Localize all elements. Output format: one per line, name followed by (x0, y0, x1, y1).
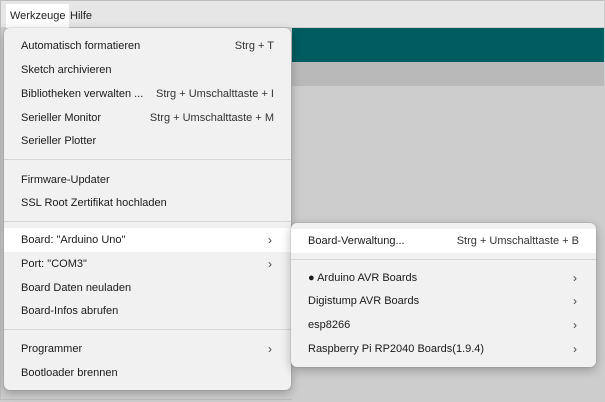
menu-item-label: Serieller Monitor (21, 112, 102, 124)
menu-separator (291, 259, 596, 260)
menu-item-label: Digistump AVR Boards (308, 295, 420, 307)
menu-item-archive-sketch[interactable]: Sketch archivieren (4, 58, 291, 82)
menu-werkzeuge[interactable]: Werkzeuge (6, 4, 70, 28)
menu-item-shortcut: Strg + T (234, 40, 274, 52)
chevron-right-icon: › (573, 342, 577, 356)
menu-item-label: Bibliotheken verwalten ... (21, 88, 144, 100)
menu-item-serial-plotter[interactable]: Serieller Plotter (4, 129, 291, 153)
chevron-right-icon: › (573, 294, 577, 308)
menu-separator (4, 329, 291, 330)
chevron-right-icon: › (268, 233, 272, 247)
menu-item-port[interactable]: Port: "COM3" › (4, 252, 291, 276)
menu-bar: Werkzeuge Hilfe (1, 1, 604, 28)
submenu-item-digistump-avr[interactable]: Digistump AVR Boards › (291, 289, 596, 313)
chevron-right-icon: › (268, 342, 272, 356)
chevron-right-icon: › (573, 318, 577, 332)
menu-item-shortcut: Strg + Umschalttaste + B (456, 235, 579, 247)
menu-item-label: Raspberry Pi RP2040 Boards(1.9.4) (308, 343, 485, 355)
menu-separator (4, 159, 291, 160)
tools-menu: Automatisch formatieren Strg + T Sketch … (4, 28, 291, 390)
menu-item-ssl-upload[interactable]: SSL Root Zertifikat hochladen (4, 191, 291, 215)
menu-item-label: esp8266 (308, 319, 351, 331)
menu-hilfe[interactable]: Hilfe (66, 4, 96, 28)
menu-item-label: Board Daten neuladen (21, 282, 132, 294)
submenu-item-rp2040[interactable]: Raspberry Pi RP2040 Boards(1.9.4) › (291, 337, 596, 361)
menu-item-firmware-updater[interactable]: Firmware-Updater (4, 168, 291, 192)
menu-item-label: Bootloader brennen (21, 367, 118, 379)
menu-item-manage-libraries[interactable]: Bibliotheken verwalten ... Strg + Umscha… (4, 82, 291, 106)
menu-item-programmer[interactable]: Programmer › (4, 337, 291, 361)
menu-item-label: Board-Infos abrufen (21, 305, 119, 317)
menu-separator (4, 221, 291, 222)
menu-item-label: Firmware-Updater (21, 174, 110, 186)
chevron-right-icon: › (573, 271, 577, 285)
menu-item-label: Port: "COM3" (21, 258, 87, 270)
menu-item-label: Board-Verwaltung... (308, 235, 405, 247)
submenu-item-board-manager[interactable]: Board-Verwaltung... Strg + Umschalttaste… (291, 229, 596, 253)
board-submenu: Board-Verwaltung... Strg + Umschalttaste… (291, 223, 596, 367)
menu-item-label: Sketch archivieren (21, 64, 112, 76)
menu-item-label: Serieller Plotter (21, 135, 97, 147)
menu-item-label: Automatisch formatieren (21, 40, 141, 52)
menu-item-burn-bootloader[interactable]: Bootloader brennen (4, 361, 291, 385)
menu-item-label: SSL Root Zertifikat hochladen (21, 197, 167, 209)
menu-item-board[interactable]: Board: "Arduino Uno" › (4, 228, 291, 252)
editor-tab-bar (292, 62, 604, 86)
menu-item-reload-board-data[interactable]: Board Daten neuladen (4, 276, 291, 300)
menu-item-shortcut: Strg + Umschalttaste + I (156, 88, 274, 100)
menu-item-label: ● Arduino AVR Boards (308, 272, 418, 284)
menu-item-label: Programmer (21, 343, 83, 355)
menu-item-label: Board: "Arduino Uno" (21, 234, 126, 246)
submenu-item-arduino-avr[interactable]: ● Arduino AVR Boards › (291, 266, 596, 290)
chevron-right-icon: › (268, 257, 272, 271)
app-toolbar (292, 28, 604, 62)
menu-item-board-info[interactable]: Board-Infos abrufen (4, 299, 291, 323)
menu-item-serial-monitor[interactable]: Serieller Monitor Strg + Umschalttaste +… (4, 106, 291, 130)
submenu-item-esp8266[interactable]: esp8266 › (291, 313, 596, 337)
menu-item-shortcut: Strg + Umschalttaste + M (149, 112, 274, 124)
menu-item-auto-format[interactable]: Automatisch formatieren Strg + T (4, 34, 291, 58)
